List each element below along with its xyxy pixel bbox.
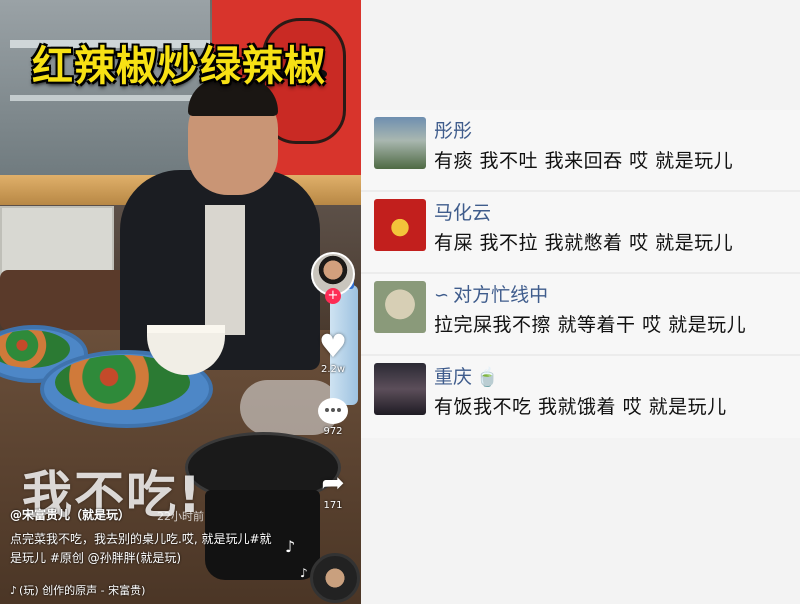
comment-bubble-icon[interactable] — [318, 398, 348, 424]
comment-text: 有饭我不吃 我就饿着 哎 就是玩儿 — [434, 396, 727, 418]
comment-item[interactable]: 彤彤 有痰 我不吐 我来回吞 哎 就是玩儿 — [361, 110, 800, 192]
music-note-icon: ♪ — [285, 537, 296, 556]
like-button[interactable]: ♥ 2.2w — [310, 330, 356, 375]
music-title: (玩) 创作的原声 - 宋富贵) — [19, 584, 146, 597]
plus-icon[interactable]: + — [325, 288, 341, 304]
video-player[interactable]: 红辣椒炒绿辣椒 我不吃! + ♥ 2.2w 972 ➦ 171 ♪ ♪ @宋富贵… — [0, 0, 361, 604]
avatar[interactable] — [374, 117, 426, 169]
comment-panel-top — [361, 0, 800, 110]
music-info[interactable]: ♪ (玩) 创作的原声 - 宋富贵) — [10, 582, 145, 598]
music-note-icon: ♪ — [300, 566, 308, 580]
heart-icon[interactable]: ♥ — [310, 330, 356, 362]
background-sofa — [0, 270, 140, 330]
tea-cup-icon: 🍵 — [476, 367, 499, 388]
comment-button[interactable]: 972 — [310, 398, 356, 437]
music-disc-button[interactable] — [310, 553, 360, 603]
comment-panel: 彤彤 有痰 我不吐 我来回吞 哎 就是玩儿 马化云 有屎 我不拉 我就憋着 哎 … — [361, 0, 800, 604]
share-button[interactable]: ➦ 171 — [310, 468, 356, 512]
comment-username[interactable]: 重庆 — [434, 366, 472, 388]
music-note-icon: ♪ — [10, 584, 18, 597]
comment-username[interactable]: 对方忙线中 — [453, 284, 548, 306]
avatar[interactable] — [374, 363, 426, 415]
author-name[interactable]: @宋富贵儿（就是玩） — [10, 506, 130, 523]
comment-item[interactable]: 重庆 🍵 有饭我不吃 我就饿着 哎 就是玩儿 — [361, 356, 800, 438]
avatar[interactable] — [374, 281, 426, 333]
comment-item[interactable]: ∽ 对方忙线中 拉完屎我不擦 就等着干 哎 就是玩儿 — [361, 274, 800, 356]
comment-username-wrapper[interactable]: 重庆 🍵 — [434, 362, 498, 389]
comment-username-wrapper[interactable]: ∽ 对方忙线中 — [434, 280, 548, 307]
comment-panel-bottom — [361, 438, 800, 604]
comment-text: 有屎 我不拉 我就憋着 哎 就是玩儿 — [434, 232, 734, 254]
mini-program-icon: ∽ — [434, 285, 450, 306]
comment-username[interactable]: 马化云 — [434, 198, 491, 225]
video-description[interactable]: 点完菜我不吃，我去别的桌儿吃.哎, 就是玩儿#就是玩儿 #原创 @孙胖胖(就是玩… — [10, 530, 278, 568]
share-count: 171 — [323, 500, 343, 511]
like-count: 2.2w — [320, 364, 346, 375]
avatar[interactable] — [374, 199, 426, 251]
background-shelf-rail — [10, 95, 210, 101]
comment-item[interactable]: 马化云 有屎 我不拉 我就憋着 哎 就是玩儿 — [361, 192, 800, 274]
share-arrow-icon[interactable]: ➦ — [310, 468, 356, 498]
post-time: 22小时前 — [157, 510, 204, 523]
person-shirt — [205, 205, 245, 335]
comment-count: 972 — [323, 426, 343, 437]
author-avatar-button[interactable]: + — [310, 252, 356, 304]
comment-text: 有痰 我不吐 我来回吞 哎 就是玩儿 — [434, 150, 734, 172]
comment-text: 拉完屎我不擦 就等着干 哎 就是玩儿 — [434, 314, 747, 336]
comment-username[interactable]: 彤彤 — [434, 116, 472, 143]
video-title-overlay: 红辣椒炒绿辣椒 — [32, 42, 326, 90]
